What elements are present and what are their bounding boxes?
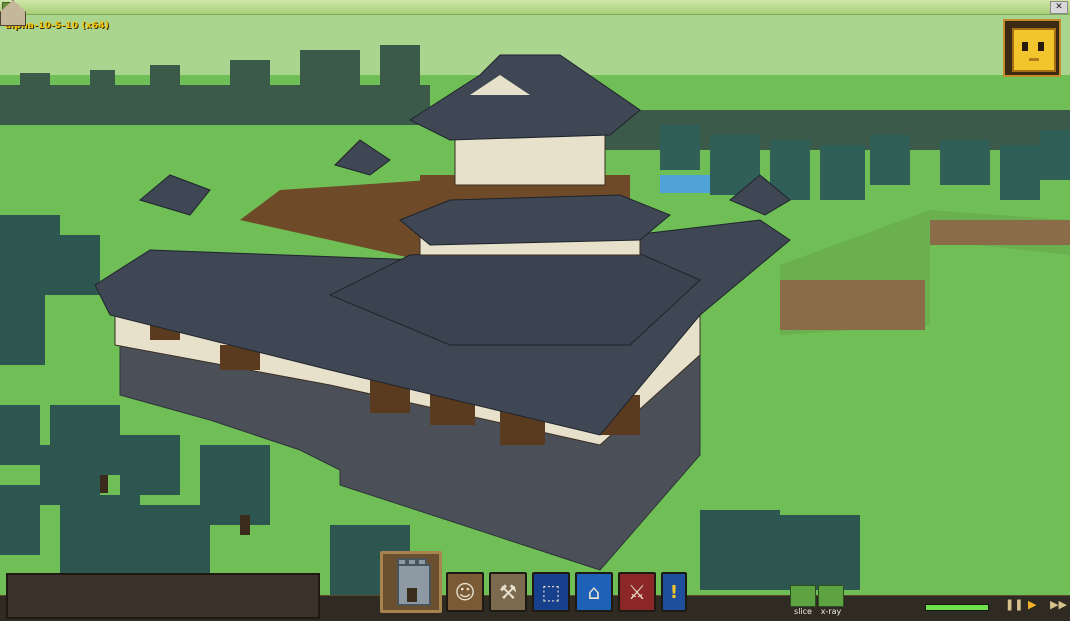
sword-icon: ⚔ bbox=[628, 580, 646, 604]
alert-tool-button[interactable]: ! bbox=[661, 572, 687, 612]
time-progress-bar bbox=[925, 604, 989, 611]
slice-icon bbox=[790, 585, 816, 607]
settler-face-icon bbox=[1012, 28, 1056, 72]
tools-icon: ⚒ bbox=[499, 580, 517, 604]
zone-icon: ⬚ bbox=[541, 580, 561, 604]
game-viewport[interactable] bbox=[0, 15, 1070, 595]
fast-forward-button[interactable]: ▶▶ bbox=[1050, 598, 1067, 611]
castle-door-icon bbox=[407, 588, 417, 602]
attack-tool-button[interactable]: ⚔ bbox=[618, 572, 656, 612]
house-tool-button[interactable]: ⌂ bbox=[575, 572, 613, 612]
zone-tool-button[interactable]: ⬚ bbox=[532, 572, 570, 612]
keep-top bbox=[454, 134, 606, 186]
close-button[interactable]: ✕ bbox=[1050, 1, 1068, 14]
build-tool-button[interactable]: ⚒ bbox=[489, 572, 527, 612]
worker-icon: ☺ bbox=[454, 580, 476, 604]
mouth-icon bbox=[1029, 58, 1039, 61]
message-box bbox=[6, 573, 320, 619]
pause-button[interactable]: ❚❚ bbox=[1005, 598, 1023, 611]
castle-tool-button[interactable] bbox=[380, 551, 442, 613]
exclamation-icon: ! bbox=[669, 581, 679, 603]
xray-icon bbox=[818, 585, 844, 607]
house-icon: ⌂ bbox=[587, 580, 601, 604]
slice-button[interactable]: slice bbox=[790, 585, 816, 616]
eye-icon bbox=[1038, 42, 1044, 51]
settler-portrait[interactable] bbox=[1003, 19, 1061, 77]
slice-label: slice bbox=[794, 607, 812, 616]
window-titlebar: ✕ bbox=[0, 0, 1070, 15]
eye-icon bbox=[1022, 42, 1028, 51]
progress-fill bbox=[926, 605, 988, 610]
worker-tool-button[interactable]: ☺ bbox=[446, 572, 484, 612]
xray-button[interactable]: x-ray bbox=[818, 585, 844, 616]
play-button[interactable]: ▶ bbox=[1028, 598, 1036, 611]
xray-label: x-ray bbox=[820, 607, 842, 616]
